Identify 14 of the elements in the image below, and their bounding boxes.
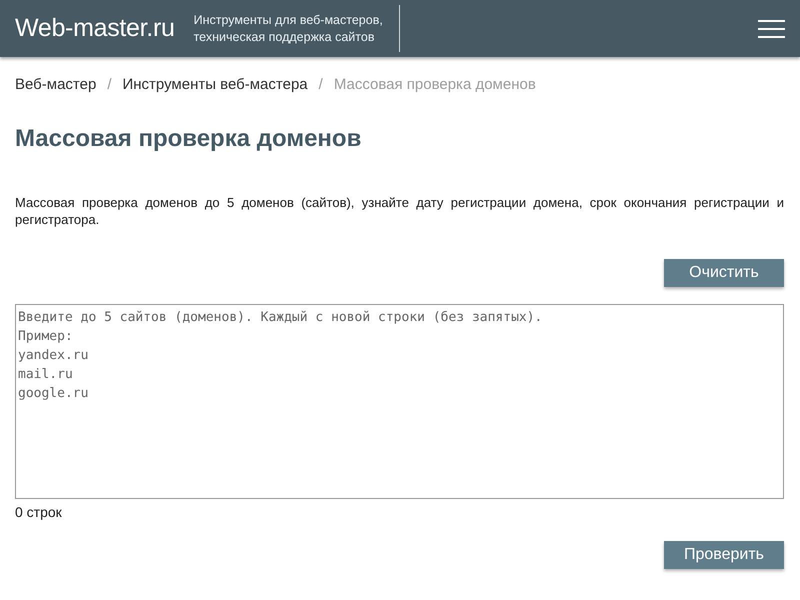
breadcrumb-link[interactable]: Веб-мастер (15, 76, 96, 94)
site-tagline: Инструменты для веб-мастеров, техническая поддержка сайтов (194, 5, 400, 52)
line-count: 0 строк (15, 504, 63, 521)
breadcrumb-separator: / (318, 76, 323, 94)
breadcrumb-current: Массовая проверка доменов (334, 76, 536, 94)
menu-icon[interactable] (758, 20, 785, 38)
page-title: Массовая проверка доменов (15, 124, 362, 154)
domains-field[interactable]: Введите до 5 сайтов (доменов). Каждый с новой строки (без запятых). Пример: yandex.ru mail.ru google.ru (15, 304, 784, 499)
description-text: Массовая проверка доменов до 5 доменов (сайтов), узнайте дату регистрации домена, срок окончания регистрации и регистратора. (15, 194, 784, 228)
clear-button[interactable]: Очистить (664, 259, 784, 287)
breadcrumb-link[interactable]: Инструменты веб-мастера (122, 76, 308, 94)
check-button[interactable]: Проверить (664, 541, 784, 569)
site-logo[interactable]: Web-master.ru (15, 14, 175, 43)
breadcrumb-separator: / (107, 76, 112, 94)
